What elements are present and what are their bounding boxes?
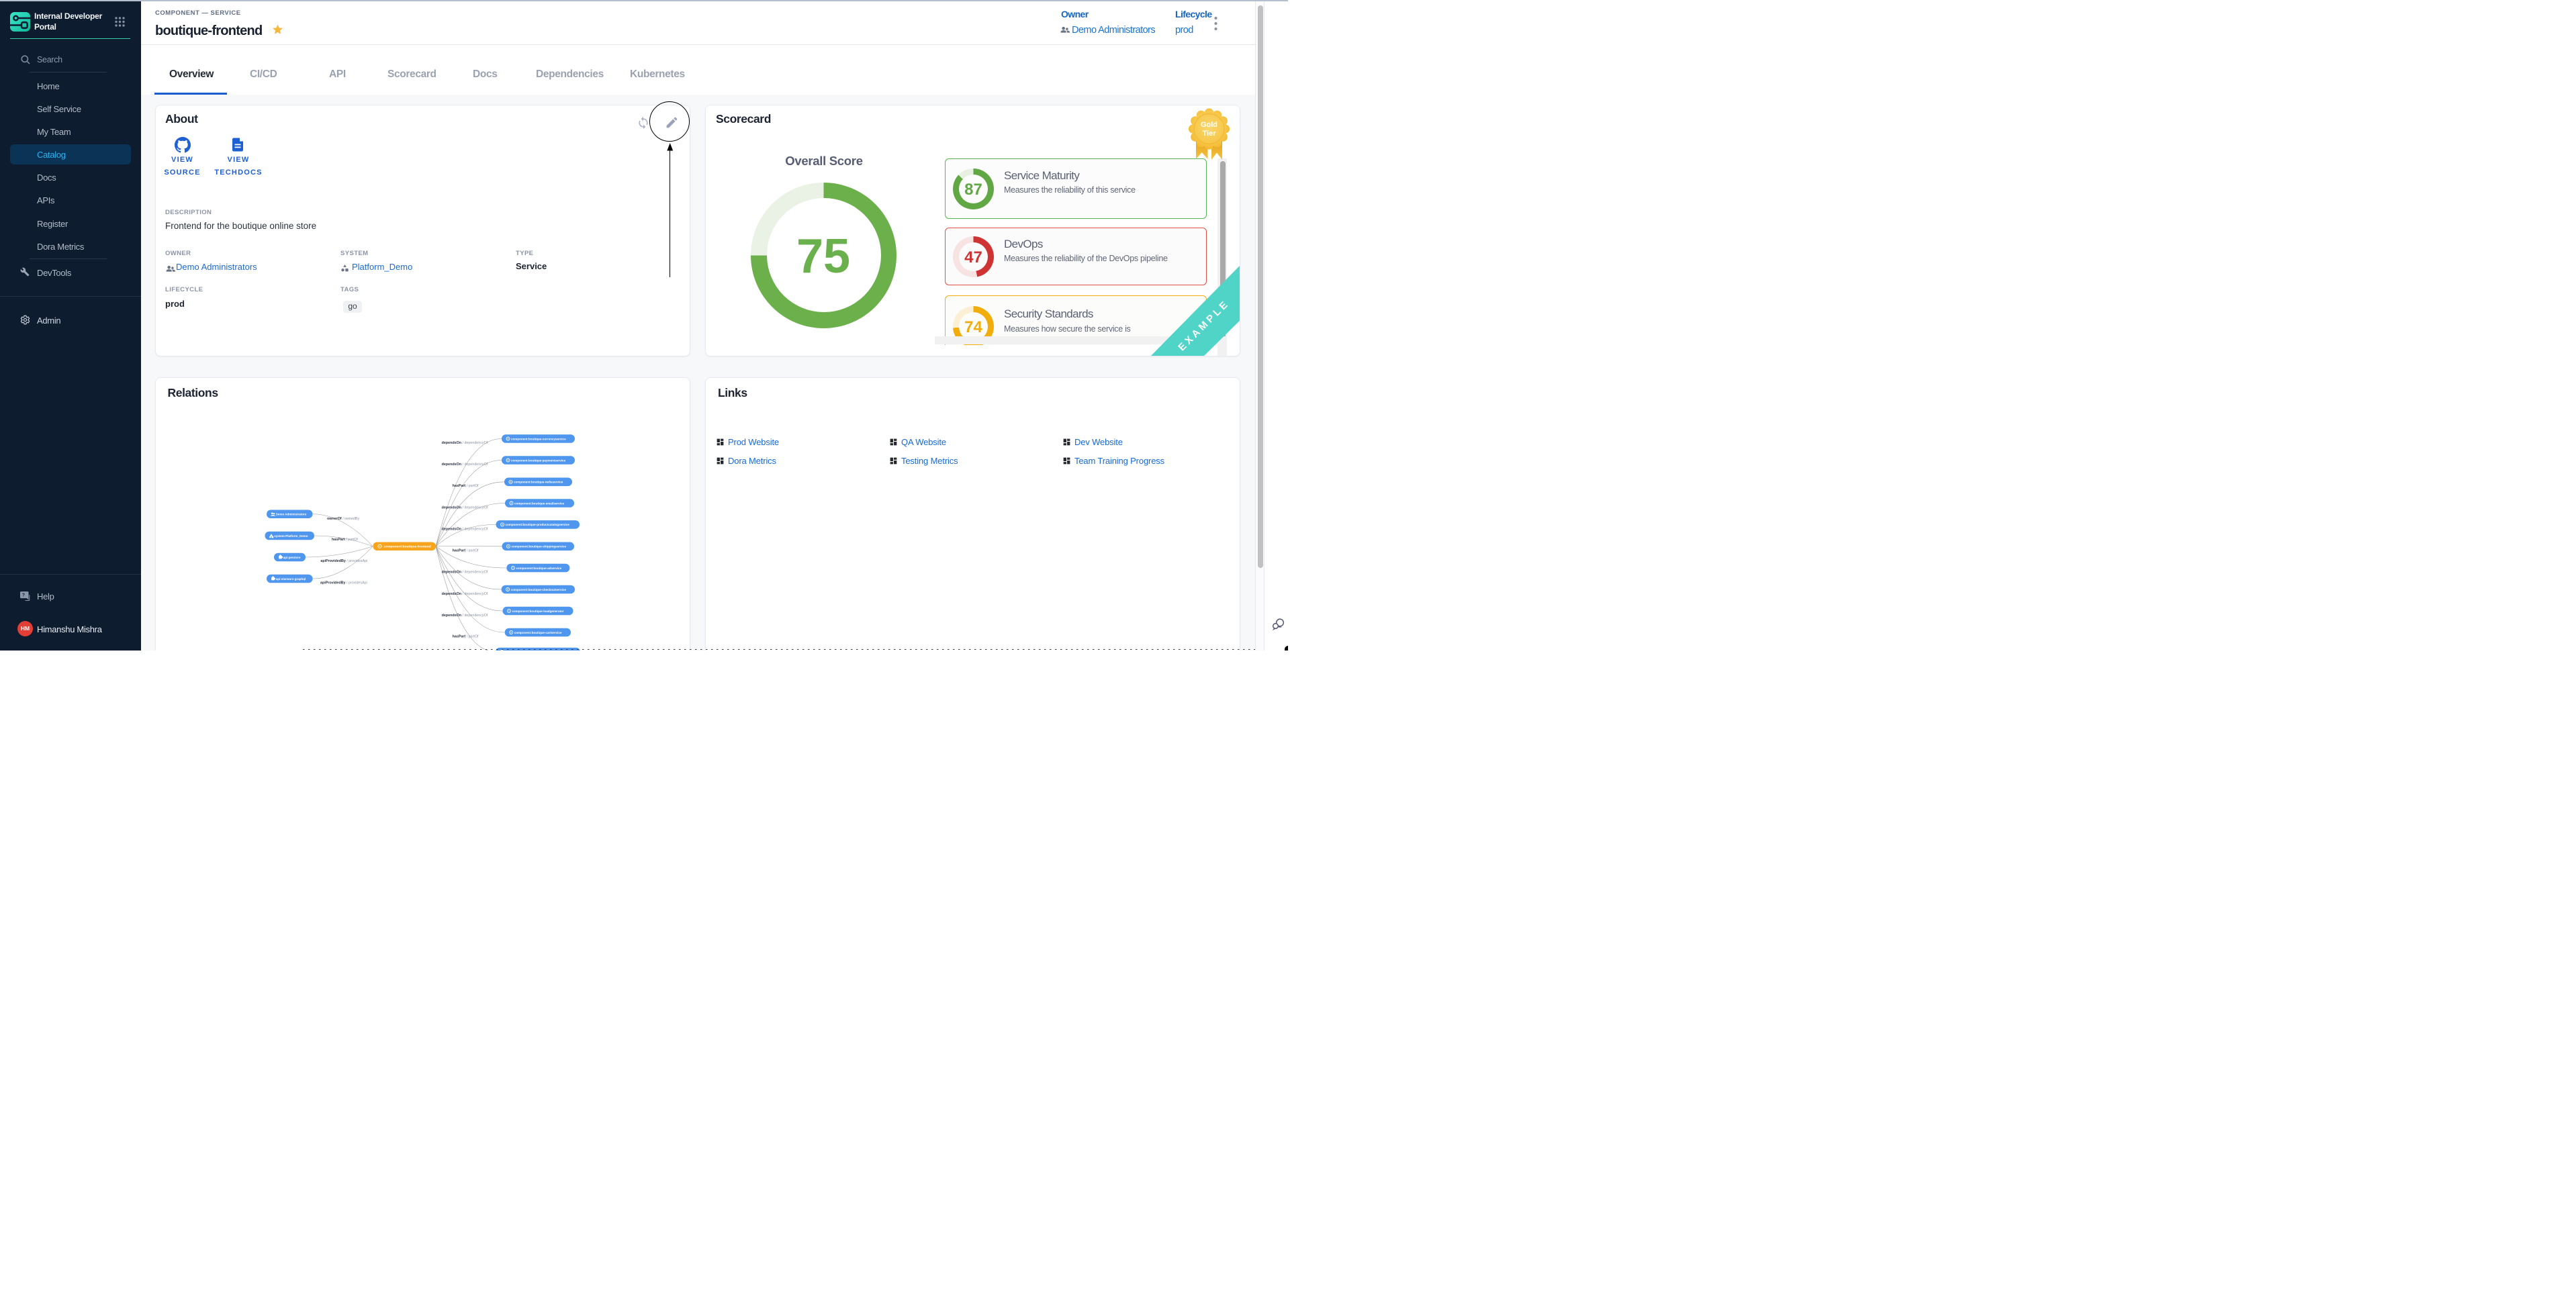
svg-text:component:boutique-shippingser: component:boutique-shippingservice — [512, 545, 567, 548]
svg-text:Tier: Tier — [1203, 130, 1217, 138]
svg-text:ownerOf / ownedBy: ownerOf / ownedBy — [327, 517, 359, 521]
svg-text:hasPart / partOf: hasPart / partOf — [453, 635, 479, 639]
svg-text:component:boutique-loadgenerat: component:boutique-loadgenerator — [512, 610, 564, 613]
svg-text:dependsOn / dependencyOf: dependsOn / dependencyOf — [442, 505, 488, 510]
svg-text:dependsOn / dependencyOf: dependsOn / dependencyOf — [442, 528, 488, 532]
svg-text:apiProvidedBy / providesApi: apiProvidedBy / providesApi — [320, 581, 367, 585]
svg-text:dependsOn / dependencyOf: dependsOn / dependencyOf — [442, 614, 488, 618]
svg-text:dependsOn / dependencyOf: dependsOn / dependencyOf — [442, 571, 488, 575]
svg-text:component:boutique-checkoutser: component:boutique-checkoutservice — [511, 588, 567, 591]
svg-text:component:boutique-paymentserv: component:boutique-paymentservice — [511, 459, 566, 462]
svg-text:api:starwars-graphql: api:starwars-graphql — [276, 577, 306, 581]
svg-text:dependsOn / dependencyOf: dependsOn / dependencyOf — [442, 592, 488, 596]
svg-text:Demo Administrators: Demo Administrators — [276, 513, 307, 516]
svg-text:dependsOn / dependencyOf: dependsOn / dependencyOf — [442, 441, 488, 445]
svg-text:component:boutique-currencyser: component:boutique-currencyservice — [511, 437, 566, 440]
svg-text:component:boutique-cartservice: component:boutique-cartservice — [514, 631, 562, 634]
svg-text:hasPart / partOf: hasPart / partOf — [453, 484, 479, 488]
svg-text:system:Platform_Demo: system:Platform_Demo — [274, 534, 308, 538]
svg-text:component:boutique-redisservic: component:boutique-redisservice — [514, 481, 563, 484]
svg-text:component:boutique-productcata: component:boutique-productcatalogservice — [506, 523, 570, 526]
svg-text:?: ? — [22, 593, 25, 598]
svg-text:hasPart / partOf: hasPart / partOf — [332, 538, 358, 542]
svg-text:api:petstore: api:petstore — [283, 556, 301, 559]
svg-text:dependsOn / dependencyOf: dependsOn / dependencyOf — [442, 463, 488, 467]
svg-text:component:boutique-emailservic: component:boutique-emailservice — [514, 501, 564, 505]
svg-text:hasPart / partOf: hasPart / partOf — [453, 548, 479, 552]
svg-text:component:boutique-adservice: component:boutique-adservice — [516, 567, 561, 570]
svg-text:component:boutique-frontend: component:boutique-frontend — [384, 545, 431, 549]
svg-text:Gold: Gold — [1201, 121, 1217, 129]
svg-text:apiProvidedBy / providesApi: apiProvidedBy / providesApi — [320, 559, 367, 563]
